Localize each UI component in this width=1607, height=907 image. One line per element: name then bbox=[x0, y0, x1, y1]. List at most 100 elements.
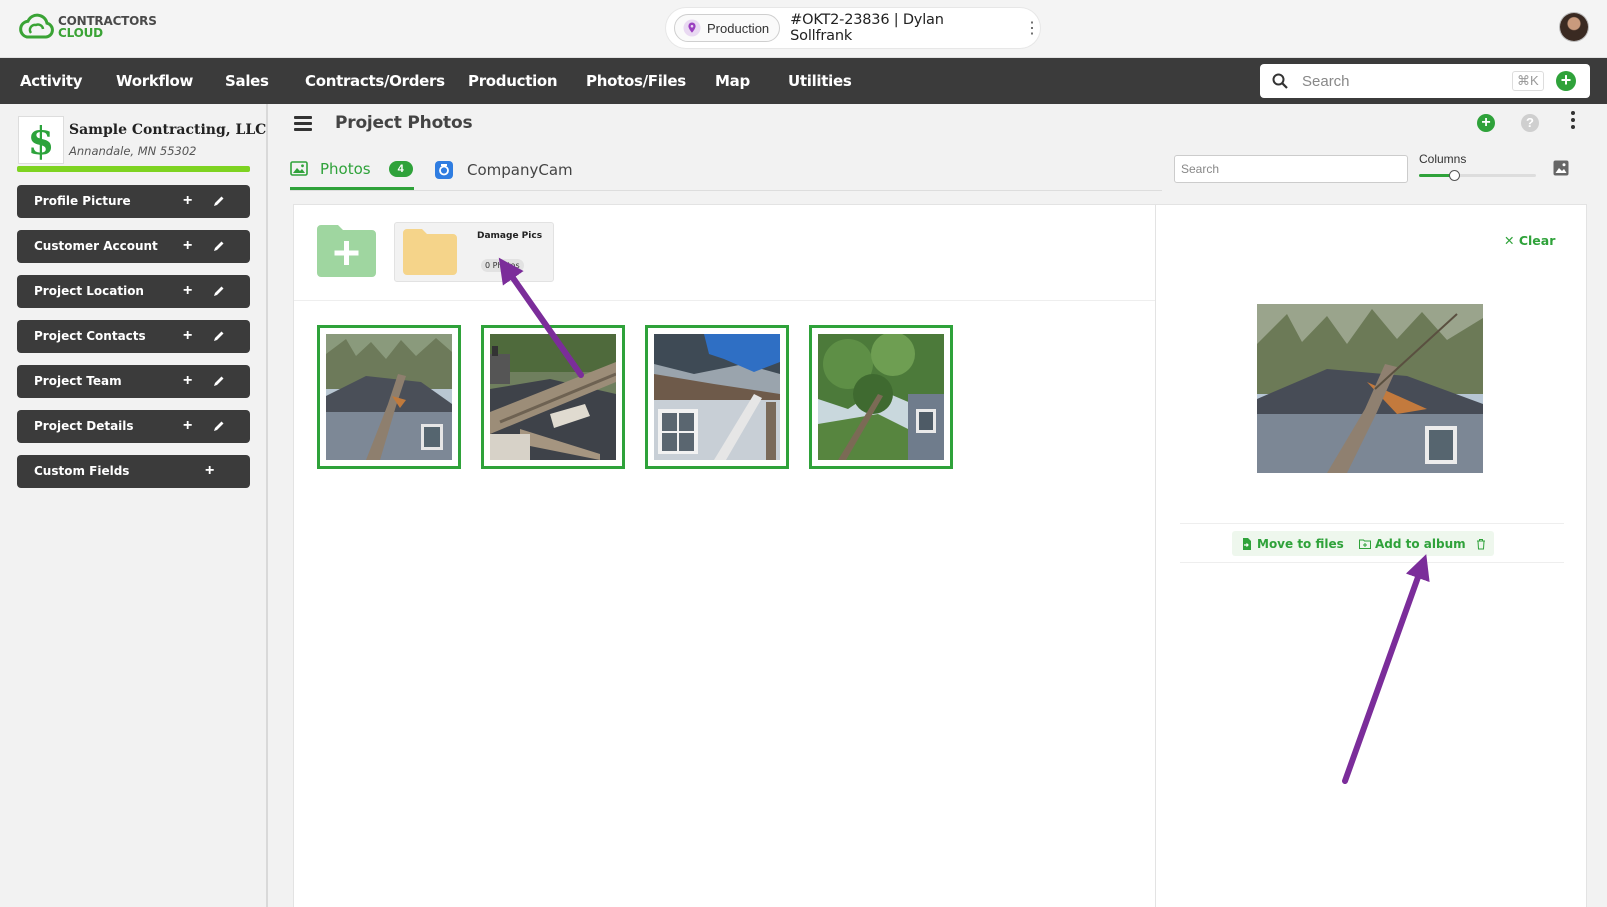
company-address: Annandale, MN 55302 bbox=[69, 144, 197, 158]
tab-photos-label: Photos bbox=[320, 159, 371, 178]
clear-selection-button[interactable]: ✕ Clear bbox=[1504, 233, 1555, 248]
global-add-icon[interactable]: + bbox=[1556, 71, 1576, 91]
photo-thumbnail[interactable] bbox=[317, 325, 461, 469]
brand-logo[interactable]: CONTRACTORS CLOUD bbox=[18, 12, 157, 42]
more-vertical-icon[interactable] bbox=[1570, 111, 1576, 131]
nav-contracts-orders[interactable]: Contracts/Orders bbox=[305, 58, 445, 104]
sidebar-item-customer-account[interactable]: Customer Account + bbox=[17, 230, 250, 263]
global-search-input[interactable] bbox=[1302, 72, 1502, 90]
photo-thumbnail[interactable] bbox=[809, 325, 953, 469]
folder-icon bbox=[403, 229, 457, 275]
top-bar: CONTRACTORS CLOUD Production #OKT2-23836… bbox=[0, 0, 1607, 58]
sidebar-item-project-contacts[interactable]: Project Contacts + bbox=[17, 320, 250, 353]
sidebar-item-label: Project Team bbox=[34, 374, 122, 388]
project-more-icon[interactable]: ⋮ bbox=[1024, 18, 1040, 38]
progress-bar bbox=[17, 166, 250, 172]
image-icon bbox=[290, 161, 308, 176]
clear-label: Clear bbox=[1518, 233, 1556, 248]
project-selector[interactable]: Production #OKT2-23836 | Dylan Sollfrank… bbox=[666, 8, 1040, 48]
sidebar-item-project-location[interactable]: Project Location + bbox=[17, 275, 250, 308]
folder-plus-icon bbox=[1359, 539, 1371, 549]
album-row: Damage Pics 0 Photos bbox=[294, 205, 1156, 301]
photo-fallen-trunk-closeup bbox=[490, 334, 616, 460]
nav-production[interactable]: Production bbox=[468, 58, 558, 104]
photo-tree-on-roof bbox=[326, 334, 452, 460]
location-pin-icon bbox=[683, 19, 701, 37]
new-album-icon[interactable] bbox=[317, 225, 376, 277]
nav-utilities[interactable]: Utilities bbox=[788, 58, 852, 104]
move-to-files-button[interactable]: Move to files bbox=[1232, 531, 1354, 556]
nav-map[interactable]: Map bbox=[715, 58, 750, 104]
add-photo-icon[interactable]: + bbox=[1477, 114, 1495, 132]
page-title: Project Photos bbox=[335, 113, 473, 133]
move-to-files-label: Move to files bbox=[1257, 536, 1344, 551]
nav-activity[interactable]: Activity bbox=[20, 58, 83, 104]
sidebar-item-custom-fields[interactable]: Custom Fields + bbox=[17, 455, 250, 488]
delete-photo-button[interactable] bbox=[1468, 531, 1494, 556]
plus-icon[interactable]: + bbox=[183, 410, 192, 441]
sidebar-item-label: Project Location bbox=[34, 284, 144, 298]
columns-slider[interactable] bbox=[1419, 170, 1536, 181]
sidebar-item-label: Profile Picture bbox=[34, 194, 131, 208]
columns-label: Columns bbox=[1419, 152, 1467, 166]
sidebar-item-label: Customer Account bbox=[34, 239, 158, 253]
close-icon: ✕ bbox=[1504, 233, 1515, 248]
edit-pencil-icon[interactable] bbox=[212, 419, 226, 433]
album-name: Damage Pics bbox=[477, 231, 543, 241]
project-id-name: #OKT2-23836 | Dylan Sollfrank bbox=[790, 12, 944, 44]
page-header: Project Photos + ? bbox=[270, 104, 1607, 144]
edit-pencil-icon[interactable] bbox=[212, 239, 226, 253]
photo-tarped-roof-damage bbox=[654, 334, 780, 460]
photo-thumbnail[interactable] bbox=[645, 325, 789, 469]
brand-line2: CLOUD bbox=[58, 26, 103, 40]
gallery-view-icon[interactable] bbox=[1553, 160, 1569, 176]
nav-sales[interactable]: Sales bbox=[225, 58, 269, 104]
sidebar-item-profile-picture[interactable]: Profile Picture + bbox=[17, 185, 250, 218]
edit-pencil-icon[interactable] bbox=[212, 194, 226, 208]
columns-slider-handle[interactable] bbox=[1449, 170, 1461, 181]
tab-companycam-label: CompanyCam bbox=[467, 161, 573, 179]
edit-pencil-icon[interactable] bbox=[212, 374, 226, 388]
menu-icon[interactable] bbox=[294, 116, 312, 131]
stage-label: Production bbox=[707, 20, 770, 36]
stage-chip[interactable]: Production bbox=[674, 14, 781, 42]
company-logo: $ bbox=[18, 116, 64, 164]
tab-companycam[interactable]: CompanyCam bbox=[435, 150, 573, 190]
plus-icon[interactable]: + bbox=[183, 230, 192, 261]
user-avatar[interactable] bbox=[1560, 13, 1588, 41]
album-photo-count: 0 Photos bbox=[481, 259, 524, 272]
tab-photos[interactable]: Photos 4 bbox=[290, 150, 414, 190]
plus-icon[interactable]: + bbox=[183, 365, 192, 396]
plus-icon[interactable]: + bbox=[183, 185, 192, 216]
photo-grid-panel: Damage Pics 0 Photos bbox=[293, 204, 1156, 907]
add-to-album-button[interactable]: Add to album bbox=[1350, 531, 1476, 556]
sidebar-item-label: Project Details bbox=[34, 419, 134, 433]
company-name: Sample Contracting, LLC bbox=[69, 122, 267, 138]
edit-pencil-icon[interactable] bbox=[212, 284, 226, 298]
trash-icon bbox=[1477, 538, 1485, 549]
add-to-album-label: Add to album bbox=[1375, 536, 1466, 551]
sidebar-item-project-team[interactable]: Project Team + bbox=[17, 365, 250, 398]
sidebar-item-project-details[interactable]: Project Details + bbox=[17, 410, 250, 443]
file-move-icon bbox=[1243, 537, 1251, 550]
plus-icon[interactable]: + bbox=[183, 320, 192, 351]
edit-pencil-icon[interactable] bbox=[212, 329, 226, 343]
photo-thumbnail[interactable] bbox=[481, 325, 625, 469]
help-icon[interactable]: ? bbox=[1521, 114, 1539, 132]
tabs-divider bbox=[290, 190, 1162, 191]
nav-photos-files[interactable]: Photos/Files bbox=[586, 58, 686, 104]
nav-workflow[interactable]: Workflow bbox=[116, 58, 193, 104]
cloud-logo-icon bbox=[19, 13, 54, 39]
search-shortcut-hint: ⌘K bbox=[1512, 71, 1544, 91]
plus-icon[interactable]: + bbox=[205, 455, 214, 486]
sidebar-item-label: Project Contacts bbox=[34, 329, 146, 343]
companycam-icon bbox=[435, 161, 453, 179]
brand-wordmark: CONTRACTORS CLOUD bbox=[58, 15, 157, 39]
project-sidebar: $ Sample Contracting, LLC Annandale, MN … bbox=[0, 104, 268, 907]
photo-preview bbox=[1257, 304, 1483, 473]
album-card[interactable]: Damage Pics 0 Photos bbox=[394, 222, 554, 282]
plus-icon[interactable]: + bbox=[183, 275, 192, 306]
photo-branches-over-house bbox=[818, 334, 944, 460]
sidebar-item-label: Custom Fields bbox=[34, 464, 130, 478]
photo-search-input[interactable] bbox=[1174, 155, 1408, 183]
